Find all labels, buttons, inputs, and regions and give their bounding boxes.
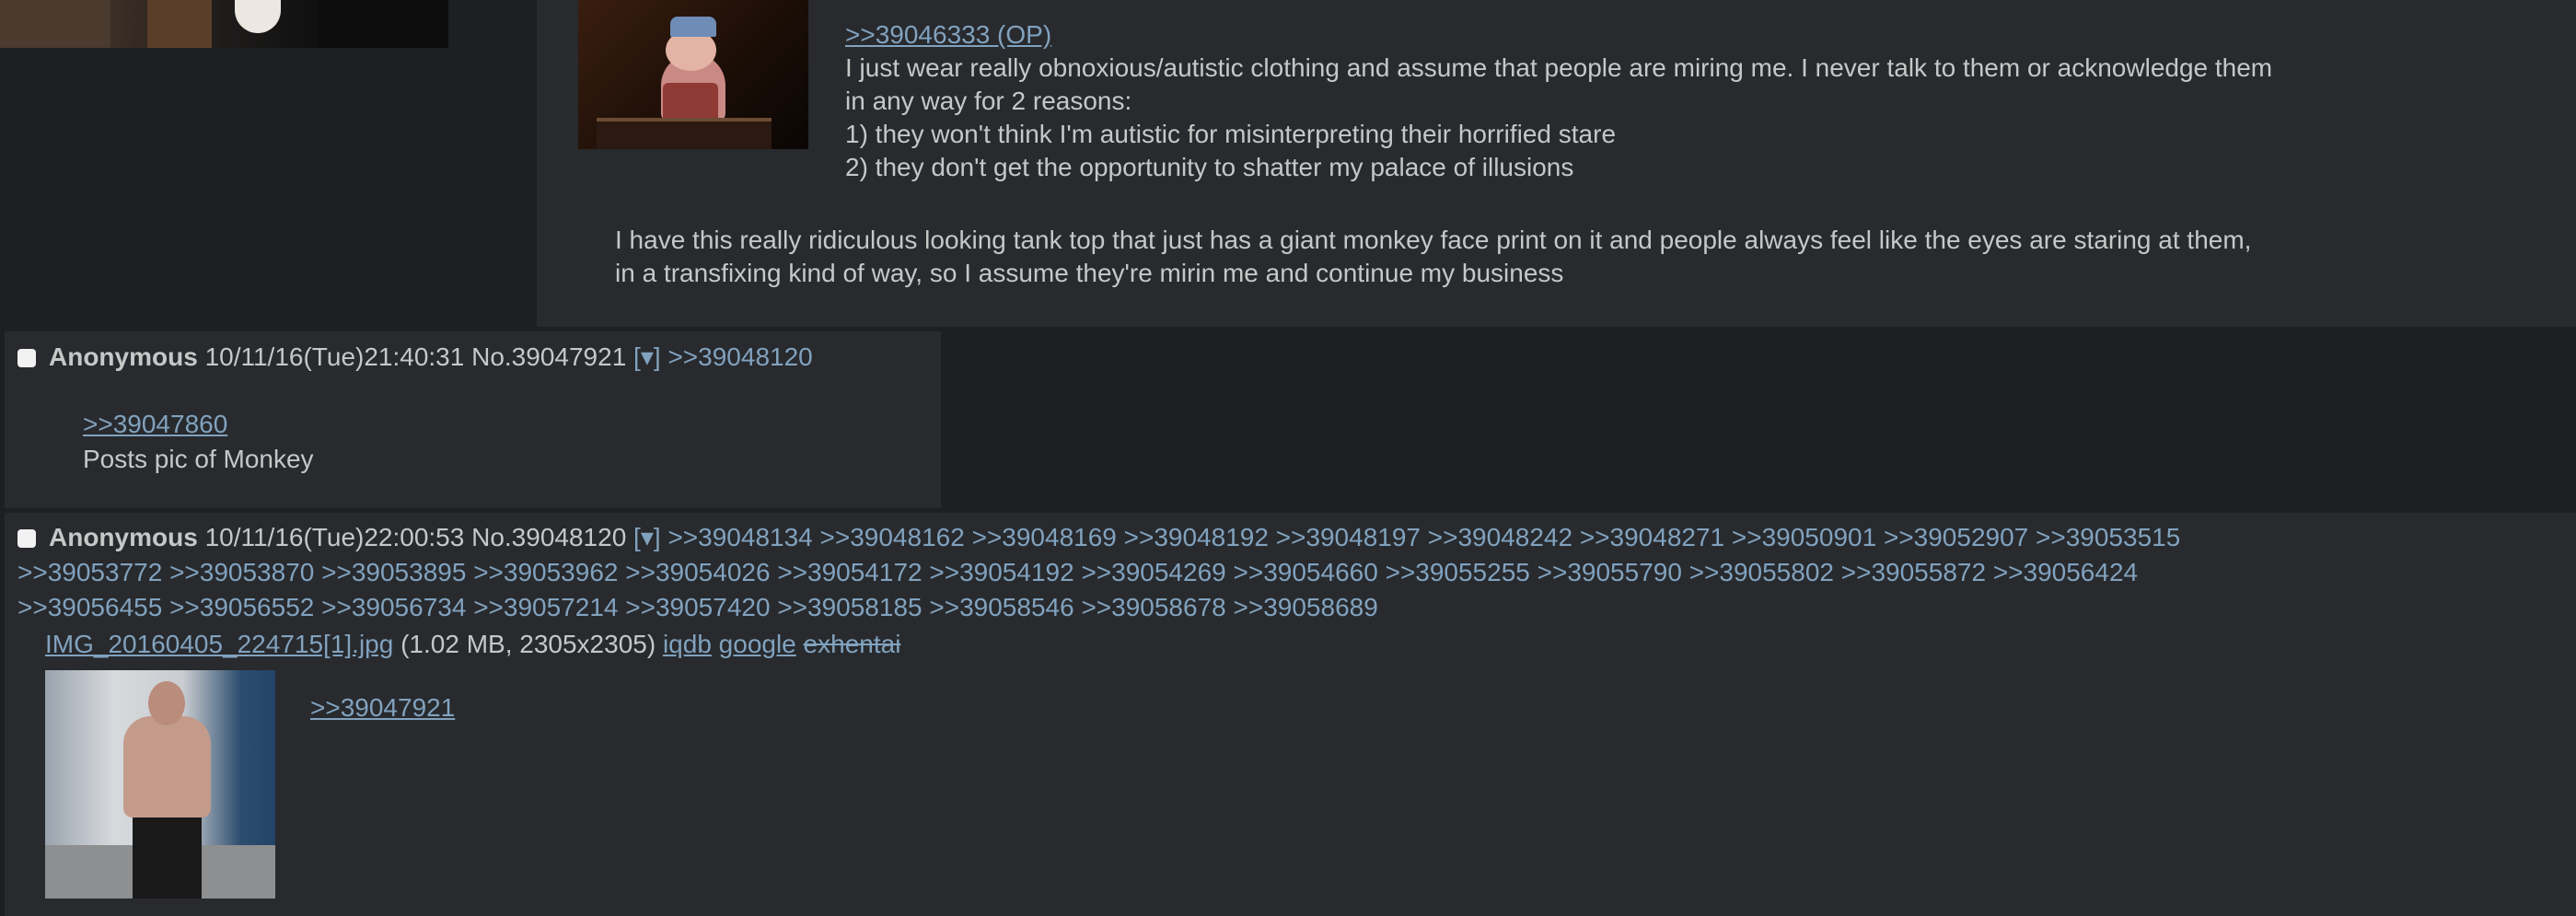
backlink[interactable]: >>39048197 [1276, 523, 1421, 551]
backlink[interactable]: >>39056734 [321, 593, 466, 621]
select-checkbox[interactable] [17, 349, 36, 367]
backlink[interactable]: >>39058689 [1234, 593, 1378, 621]
message-line: Posts pic of Monkey [83, 445, 314, 473]
quote-link[interactable]: >>39046333 (OP) [845, 18, 2558, 52]
backlinks-row: >>39053772 >>39053870 >>39053895 >>39053… [17, 555, 2568, 590]
backlink[interactable]: >>39048134 [667, 523, 812, 551]
file-info: IMG_20160405_224715[1].jpg (1.02 MB, 230… [45, 627, 900, 662]
backlink[interactable]: >>39055790 [1537, 558, 1682, 586]
post-datetime: 10/11/16(Tue)22:00:53 [204, 523, 465, 551]
backlinks-row: >>39056455 >>39056552 >>39056734 >>39057… [17, 590, 2568, 625]
post-datetime: 10/11/16(Tue)21:40:31 [204, 342, 465, 371]
message-line: in a transfixing kind of way, so I assum… [615, 259, 1564, 287]
post-thumbnail[interactable] [578, 0, 808, 149]
backlink[interactable]: >>39054172 [777, 558, 922, 586]
backlink[interactable]: >>39054026 [625, 558, 770, 586]
file-name-link[interactable]: IMG_20160405_224715[1].jpg [45, 630, 393, 658]
post-number[interactable]: No.39047921 [471, 342, 626, 371]
select-checkbox[interactable] [17, 529, 36, 548]
file-details: (1.02 MB, 2305x2305) [400, 630, 656, 658]
partial-thumbnail-image[interactable] [0, 0, 448, 48]
quote-link[interactable]: >>39047860 [83, 407, 314, 442]
backlink[interactable]: >>39048162 [820, 523, 965, 551]
google-search-link[interactable]: google [719, 630, 796, 658]
backlink[interactable]: >>39057214 [473, 593, 618, 621]
post-thumbnail[interactable] [45, 670, 275, 899]
post-header: Anonymous 10/11/16(Tue)22:00:53 No.39048… [17, 520, 2568, 625]
backlink[interactable]: >>39058546 [929, 593, 1073, 621]
backlink[interactable]: >>39053962 [473, 558, 618, 586]
backlink[interactable]: >>39048169 [972, 523, 1117, 551]
poster-name: Anonymous [49, 523, 198, 551]
backlink[interactable]: >>39048192 [1124, 523, 1269, 551]
backlink[interactable]: >>39048242 [1428, 523, 1572, 551]
reply-post: Anonymous 10/11/16(Tue)21:40:31 No.39047… [5, 331, 941, 508]
post-message: >>39047860 Posts pic of Monkey [83, 407, 314, 477]
backlink[interactable]: >>39053515 [2036, 523, 2180, 551]
backlink[interactable]: >>39052907 [1884, 523, 2028, 551]
backlink[interactable]: >>39048120 [667, 342, 812, 371]
post-header: Anonymous 10/11/16(Tue)21:40:31 No.39047… [17, 339, 813, 376]
backlink[interactable]: >>39057420 [625, 593, 770, 621]
backlink[interactable]: >>39055255 [1386, 558, 1530, 586]
backlink[interactable]: >>39056455 [17, 593, 162, 621]
header-row: Anonymous 10/11/16(Tue)22:00:53 No.39048… [17, 520, 2568, 555]
message-line: I have this really ridiculous looking ta… [615, 226, 2252, 254]
backlink[interactable]: >>39058185 [777, 593, 922, 621]
backlink[interactable]: >>39055872 [1841, 558, 1986, 586]
iqdb-search-link[interactable]: iqdb [663, 630, 712, 658]
thread-page: >>39046333 (OP) I just wear really obnox… [0, 0, 2576, 916]
backlink[interactable]: >>39050901 [1732, 523, 1876, 551]
backlink[interactable]: >>39056552 [169, 593, 314, 621]
reply-post: Anonymous 10/11/16(Tue)22:00:53 No.39048… [5, 513, 2576, 916]
poster-name: Anonymous [49, 342, 198, 371]
post-number[interactable]: No.39048120 [471, 523, 626, 551]
backlink[interactable]: >>39055802 [1689, 558, 1834, 586]
quote-link[interactable]: >>39047921 [310, 693, 455, 722]
post-message: >>39046333 (OP) I just wear really obnox… [845, 18, 2558, 184]
message-line: 2) they don't get the opportunity to sha… [845, 153, 1574, 181]
backlink[interactable]: >>39053772 [17, 558, 162, 586]
backlink[interactable]: >>39056424 [1993, 558, 2138, 586]
exhentai-search-link[interactable]: exhentai [804, 630, 901, 658]
backlink[interactable]: >>39054660 [1234, 558, 1378, 586]
post-message-continued: I have this really ridiculous looking ta… [615, 224, 2567, 290]
message-line: I just wear really obnoxious/autistic cl… [845, 53, 2273, 82]
message-line: 1) they won't think I'm autistic for mis… [845, 120, 1617, 148]
reply-post: >>39046333 (OP) I just wear really obnox… [537, 0, 2576, 327]
post-menu-button[interactable]: [▾] [633, 523, 661, 551]
backlink[interactable]: >>39053895 [321, 558, 466, 586]
post-message: >>39047921 [310, 690, 455, 725]
backlink[interactable]: >>39048271 [1580, 523, 1724, 551]
post-menu-button[interactable]: [▾] [633, 342, 661, 371]
backlink[interactable]: >>39053870 [169, 558, 314, 586]
message-line: in any way for 2 reasons: [845, 87, 1132, 115]
backlink[interactable]: >>39054192 [929, 558, 1073, 586]
backlink[interactable]: >>39058678 [1081, 593, 1225, 621]
backlink[interactable]: >>39054269 [1081, 558, 1225, 586]
